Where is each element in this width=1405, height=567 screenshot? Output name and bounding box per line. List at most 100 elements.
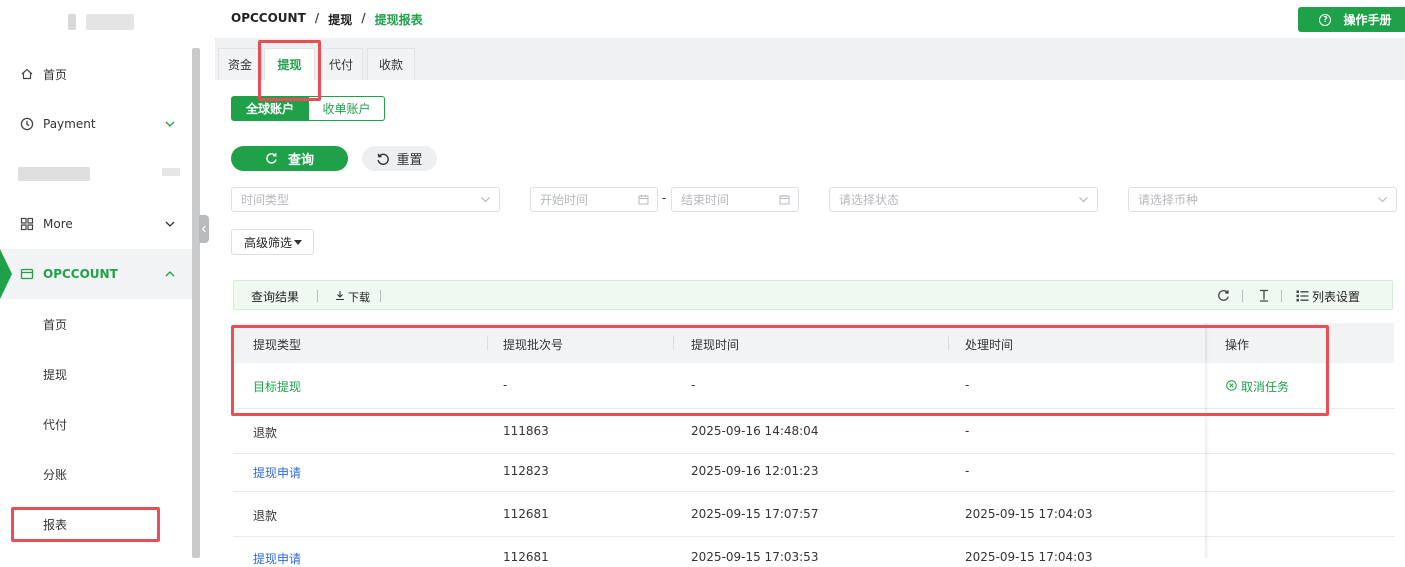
wallet-icon [20,267,34,281]
query-button[interactable]: 查询 [231,146,348,171]
tab-payout[interactable]: 代付 [319,48,363,80]
column-separator [487,336,488,350]
result-toolbar: 查询结果 下载 列表设置 [233,280,1393,310]
sidebar-subitem-payout[interactable]: 代付 [0,399,192,449]
time-cell: 2025-09-15 17:03:53 [691,550,819,564]
list-settings-button[interactable]: 列表设置 [1312,288,1360,305]
advanced-filter-label: 高级筛选 [244,235,293,250]
sidebar-item-label: More [43,217,73,231]
download-icon[interactable] [335,290,345,301]
tab-withdraw[interactable]: 提现 [264,48,315,80]
column-header-action: 操作 [1225,338,1250,352]
withdraw-type-link[interactable]: 提现申请 [253,464,301,481]
account-switch: 全球账户 收单账户 [231,96,385,121]
time-type-select[interactable]: 时间类型 [231,187,500,212]
table-row: 提现申请 112681 2025-09-15 17:03:53 2025-09-… [233,537,1394,567]
sidebar-subitem-label: 报表 [43,517,68,532]
table-header: 提现类型 提现批次号 提现时间 处理时间 操作 [233,323,1394,363]
column-header-processed: 处理时间 [965,338,1014,352]
cancel-task-button[interactable]: 取消任务 [1241,378,1289,395]
top-bar: OPCCOUNT / 提现 / 提现报表 ? 操作手册 [215,0,1405,38]
divider [1242,290,1243,302]
global-account-toggle[interactable]: 全球账户 [231,96,309,121]
sidebar-subitem-withdraw[interactable]: 提现 [0,349,192,399]
status-placeholder: 请选择状态 [839,193,900,207]
sidebar-subitem-home[interactable]: 首页 [0,299,192,349]
time-cell: 2025-09-16 14:48:04 [691,424,819,438]
processed-cell: 2025-09-15 17:04:03 [965,550,1093,564]
reset-button[interactable]: 重置 [362,146,437,171]
download-button[interactable]: 下载 [348,289,370,305]
chevron-down-icon [1377,194,1388,205]
calendar-icon [779,194,790,205]
column-separator [673,336,674,350]
text-size-icon[interactable] [1258,289,1270,302]
divider [317,290,318,302]
advanced-filter-dropdown[interactable]: 高级筛选 [231,229,314,255]
fixed-column-shadow [1205,323,1209,558]
column-header-batch: 提现批次号 [503,338,564,352]
refresh-icon [265,152,278,165]
sidebar-subitem-report[interactable]: 报表 [0,499,192,549]
manual-button-label: 操作手册 [1343,13,1392,27]
home-icon [20,67,34,81]
manual-button[interactable]: ? 操作手册 [1298,7,1405,32]
withdraw-type-link[interactable]: 目标提现 [253,378,301,395]
acquiring-account-toggle[interactable]: 收单账户 [309,96,385,121]
table-row: 退款 112681 2025-09-15 17:07:57 2025-09-15… [233,492,1394,537]
start-time-input[interactable]: 开始时间 [530,187,658,212]
withdraw-type-link[interactable]: 提现申请 [253,550,301,567]
breadcrumb-item[interactable]: 提现 [328,11,352,28]
breadcrumb-separator: / [314,11,320,25]
sidebar-scrollbar[interactable] [192,48,200,558]
breadcrumb-separator: / [361,11,366,25]
time-cell: 2025-09-16 12:01:23 [691,464,819,478]
payment-icon [20,117,34,131]
sidebar-subitem-split[interactable]: 分账 [0,449,192,499]
currency-placeholder: 请选择币种 [1138,193,1199,207]
calendar-icon [638,194,649,205]
status-select[interactable]: 请选择状态 [829,187,1098,212]
list-settings-icon [1296,290,1309,302]
column-header-time: 提现时间 [691,338,740,352]
sidebar-subitem-label: 首页 [43,317,68,332]
chevron-down-icon [1078,194,1089,205]
sidebar-subitem-label: 提现 [43,367,68,382]
tab-funds[interactable]: 资金 [218,48,262,80]
chevron-down-icon [164,218,176,230]
table-row: 退款 111863 2025-09-16 14:48:04 - [233,409,1394,454]
batch-cell: 111863 [503,424,549,438]
breadcrumb-current: 提现报表 [374,13,423,27]
sidebar-item-label: 首页 [43,67,68,82]
time-cell: - [691,378,696,392]
reset-icon [376,152,390,166]
chevron-down-icon [164,118,176,130]
breadcrumb-item[interactable]: OPCCOUNT [231,11,306,28]
divider [380,290,381,302]
sidebar-item-label: Payment [43,117,96,131]
sidebar-item-payment[interactable]: Payment [0,99,192,149]
sidebar-item-more[interactable]: More [0,199,192,249]
query-button-label: 查询 [287,153,314,168]
sidebar-subitem-label: 分账 [43,467,68,482]
end-time-placeholder: 结束时间 [681,193,730,207]
sidebar-subitem-label: 代付 [43,417,68,432]
tab-label: 提现 [277,58,302,72]
sidebar-collapse-toggle[interactable] [199,215,209,243]
sidebar-item-home[interactable]: 首页 [0,49,192,99]
divider [1281,290,1282,302]
sidebar-item-label: OPCCOUNT [43,267,118,281]
processed-cell: - [965,464,970,478]
reset-button-label: 重置 [396,153,423,168]
tab-collect[interactable]: 收款 [367,48,415,80]
end-time-input[interactable]: 结束时间 [671,187,799,212]
type-cell: 退款 [253,426,278,440]
currency-select[interactable]: 请选择币种 [1128,187,1397,212]
active-indicator [0,249,12,299]
table-row: 提现申请 112823 2025-09-16 12:01:23 - [233,454,1394,492]
time-type-placeholder: 时间类型 [241,193,290,207]
column-header-type: 提现类型 [253,338,302,352]
processed-cell: - [965,424,970,438]
sidebar-item-opccount[interactable]: OPCCOUNT [0,249,192,299]
refresh-icon[interactable] [1217,289,1230,302]
